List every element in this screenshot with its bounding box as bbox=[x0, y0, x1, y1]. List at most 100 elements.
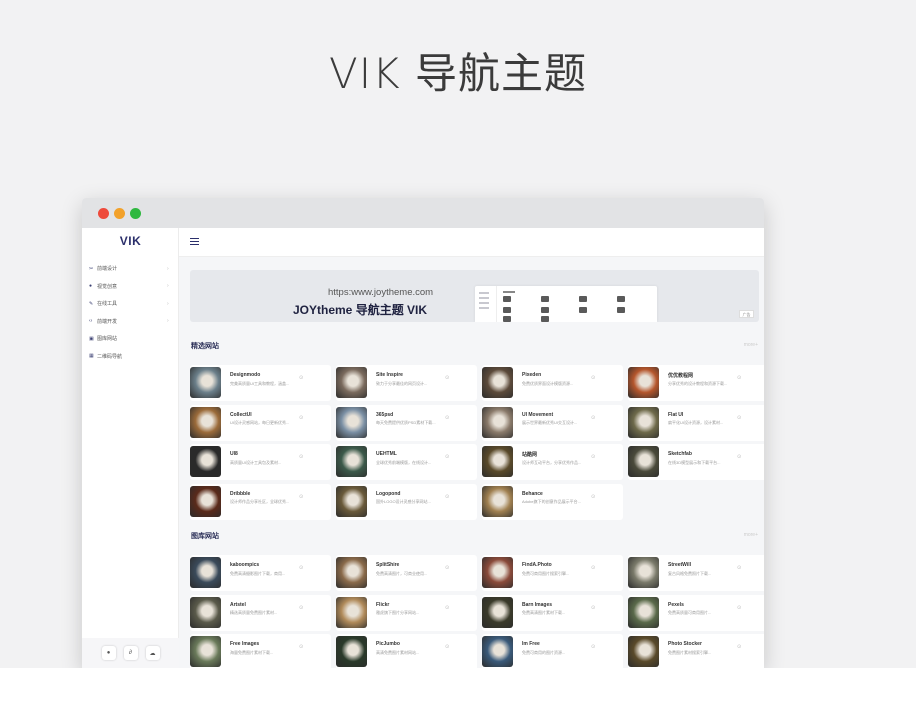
banner-ad[interactable]: https:www.joytheme.com JOYtheme 导航主题 VIK… bbox=[190, 270, 759, 322]
site-card[interactable]: Pixeden 免费优质界面设计模版资源... ⊙ bbox=[482, 365, 623, 401]
site-card[interactable]: PicJumbo 高清免费图片素材网站... ⊙ bbox=[336, 634, 477, 668]
go-link-icon[interactable]: ⊙ bbox=[591, 644, 595, 650]
site-name: Sketchfab bbox=[668, 451, 692, 457]
go-link-icon[interactable]: ⊙ bbox=[591, 494, 595, 500]
site-card[interactable]: kaboompics 免费高清摄影图片下载，商用... ⊙ bbox=[190, 555, 331, 591]
banner-preview-image bbox=[475, 286, 657, 322]
site-name: 365psd bbox=[376, 411, 394, 418]
go-link-icon[interactable]: ⊙ bbox=[737, 375, 741, 381]
site-description: 设计师作品分享社区，全球优秀... bbox=[230, 499, 290, 504]
site-name: Dribbble bbox=[230, 490, 251, 497]
site-description: 扁平化UI设计资源，设计素材... bbox=[668, 420, 724, 425]
site-description: 免费高清摄影图片下载，商用... bbox=[230, 570, 286, 576]
go-link-icon[interactable]: ⊙ bbox=[445, 605, 449, 611]
go-link-icon[interactable]: ⊙ bbox=[299, 454, 303, 460]
site-card[interactable]: Behance Adobe旗下的创意作品展示平台... ⊙ bbox=[482, 483, 623, 520]
more-link[interactable]: more+ bbox=[744, 532, 758, 538]
site-description: 全球优秀前端模版，在线设计... bbox=[376, 459, 432, 465]
site-description: 分享优秀的设计教程和资源下载... bbox=[668, 380, 728, 386]
site-name: StreetWill bbox=[668, 562, 692, 568]
site-name: Behance bbox=[522, 490, 543, 497]
site-thumbnail bbox=[628, 367, 659, 398]
site-name: UI Movement bbox=[522, 411, 554, 418]
go-link-icon[interactable]: ⊙ bbox=[445, 415, 449, 421]
site-card[interactable]: Pexels 免费高质量可商用图片... ⊙ bbox=[628, 594, 764, 631]
go-link-icon[interactable]: ⊙ bbox=[737, 415, 741, 421]
site-thumbnail bbox=[190, 446, 221, 477]
section-title: 精选网站 bbox=[191, 343, 219, 350]
go-link-icon[interactable]: ⊙ bbox=[299, 565, 303, 571]
banner-title: JOYtheme 导航主题 VIK bbox=[293, 303, 428, 317]
site-description: 高质量UI设计工具包及素材... bbox=[230, 459, 282, 465]
bottom-strip bbox=[0, 668, 916, 703]
site-card[interactable]: CollectUI UI设计灵感网站，每日更新优秀... ⊙ bbox=[190, 404, 331, 441]
go-link-icon[interactable]: ⊙ bbox=[445, 494, 449, 500]
site-description: 高清免费图片素材网站... bbox=[376, 649, 420, 655]
site-description: 复古风格免费照片下载... bbox=[668, 570, 712, 576]
go-link-icon[interactable]: ⊙ bbox=[737, 565, 741, 571]
site-card[interactable]: Designmodo 完美高质量UI工具和教程，涵盖... ⊙ bbox=[190, 365, 331, 401]
go-link-icon[interactable]: ⊙ bbox=[299, 644, 303, 650]
site-card[interactable]: Flickr 雅虎旗下图片分享网站... ⊙ bbox=[336, 594, 477, 631]
site-thumbnail bbox=[482, 367, 513, 398]
site-name: Pexels bbox=[668, 601, 684, 608]
site-name: Flickr bbox=[376, 601, 390, 608]
site-card[interactable]: Sketchfab 在线3D模型展示和下载平台... ⊙ bbox=[628, 444, 764, 480]
go-link-icon[interactable]: ⊙ bbox=[591, 605, 595, 611]
site-card[interactable]: Free Images 海量免费图片素材下载... ⊙ bbox=[190, 634, 331, 668]
go-link-icon[interactable]: ⊙ bbox=[737, 454, 741, 460]
site-thumbnail bbox=[482, 446, 513, 477]
site-name: Designmodo bbox=[230, 372, 261, 378]
site-thumbnail bbox=[190, 485, 221, 517]
site-description: 海量免费图片素材下载... bbox=[230, 649, 274, 655]
go-link-icon[interactable]: ⊙ bbox=[737, 605, 741, 611]
site-card[interactable]: 365psd 每天免费提供优质PSD素材下载... ⊙ bbox=[336, 404, 477, 441]
section-title: 图库网站 bbox=[191, 533, 219, 540]
site-card[interactable]: 优优教程网 分享优秀的设计教程和资源下载... ⊙ bbox=[628, 365, 764, 401]
site-name: Free Images bbox=[230, 641, 260, 647]
site-card[interactable]: Logopond 国外LOGO设计灵感分享网站... ⊙ bbox=[336, 483, 477, 520]
site-thumbnail bbox=[628, 636, 659, 667]
go-link-icon[interactable]: ⊙ bbox=[591, 565, 595, 571]
site-thumbnail bbox=[336, 557, 367, 588]
site-thumbnail bbox=[628, 406, 659, 438]
go-link-icon[interactable]: ⊙ bbox=[737, 644, 741, 650]
site-card[interactable]: UI8 高质量UI设计工具包及素材... ⊙ bbox=[190, 444, 331, 480]
go-link-icon[interactable]: ⊙ bbox=[591, 454, 595, 460]
site-thumbnail bbox=[190, 406, 221, 438]
site-card[interactable]: UEHTML 全球优秀前端模版，在线设计... ⊙ bbox=[336, 444, 477, 480]
go-link-icon[interactable]: ⊙ bbox=[445, 375, 449, 381]
site-card[interactable]: Flat UI 扁平化UI设计资源，设计素材... ⊙ bbox=[628, 404, 764, 441]
site-card[interactable]: FindA.Photo 免费可商用图片搜索引擎... ⊙ bbox=[482, 555, 623, 591]
go-link-icon[interactable]: ⊙ bbox=[591, 375, 595, 381]
site-thumbnail bbox=[190, 596, 221, 628]
site-card[interactable]: Artstel 精选高质量免费图片素材... ⊙ bbox=[190, 594, 331, 631]
site-card[interactable]: Site Inspire 致力于分享最佳的网页设计... ⊙ bbox=[336, 365, 477, 401]
go-link-icon[interactable]: ⊙ bbox=[299, 375, 303, 381]
more-link[interactable]: more+ bbox=[744, 342, 758, 348]
site-card[interactable]: Barn Images 免费高清图片素材下载... ⊙ bbox=[482, 594, 623, 631]
go-link-icon[interactable]: ⊙ bbox=[445, 454, 449, 460]
site-name: SplitShire bbox=[376, 562, 400, 568]
go-link-icon[interactable]: ⊙ bbox=[299, 415, 303, 421]
site-name: Site Inspire bbox=[376, 372, 403, 378]
site-card[interactable]: Photo Stocker 免费图片素材搜索引擎... ⊙ bbox=[628, 634, 764, 668]
go-link-icon[interactable]: ⊙ bbox=[299, 605, 303, 611]
main-content: https:www.joytheme.com JOYtheme 导航主题 VIK… bbox=[82, 198, 764, 668]
site-card[interactable]: SplitShire 免费高清图片，可商业使用... ⊙ bbox=[336, 555, 477, 591]
site-card[interactable]: Im Free 免费可商用的图片资源... ⊙ bbox=[482, 634, 623, 668]
site-thumbnail bbox=[482, 406, 513, 438]
site-card[interactable]: UI Movement 展示世界最新优秀UI交互设计... ⊙ bbox=[482, 404, 623, 441]
go-link-icon[interactable]: ⊙ bbox=[591, 415, 595, 421]
go-link-icon[interactable]: ⊙ bbox=[299, 494, 303, 500]
go-link-icon[interactable]: ⊙ bbox=[445, 644, 449, 650]
site-thumbnail bbox=[190, 367, 221, 398]
site-card[interactable]: Dribbble 设计师作品分享社区，全球优秀... ⊙ bbox=[190, 483, 331, 520]
site-card[interactable]: 站酷网 设计师互动平台，分享优秀作品... ⊙ bbox=[482, 444, 623, 480]
site-thumbnail bbox=[482, 557, 513, 588]
site-description: 国外LOGO设计灵感分享网站... bbox=[376, 499, 431, 504]
site-card[interactable]: StreetWill 复古风格免费照片下载... ⊙ bbox=[628, 555, 764, 591]
site-name: CollectUI bbox=[230, 411, 252, 418]
go-link-icon[interactable]: ⊙ bbox=[445, 565, 449, 571]
site-thumbnail bbox=[628, 446, 659, 477]
